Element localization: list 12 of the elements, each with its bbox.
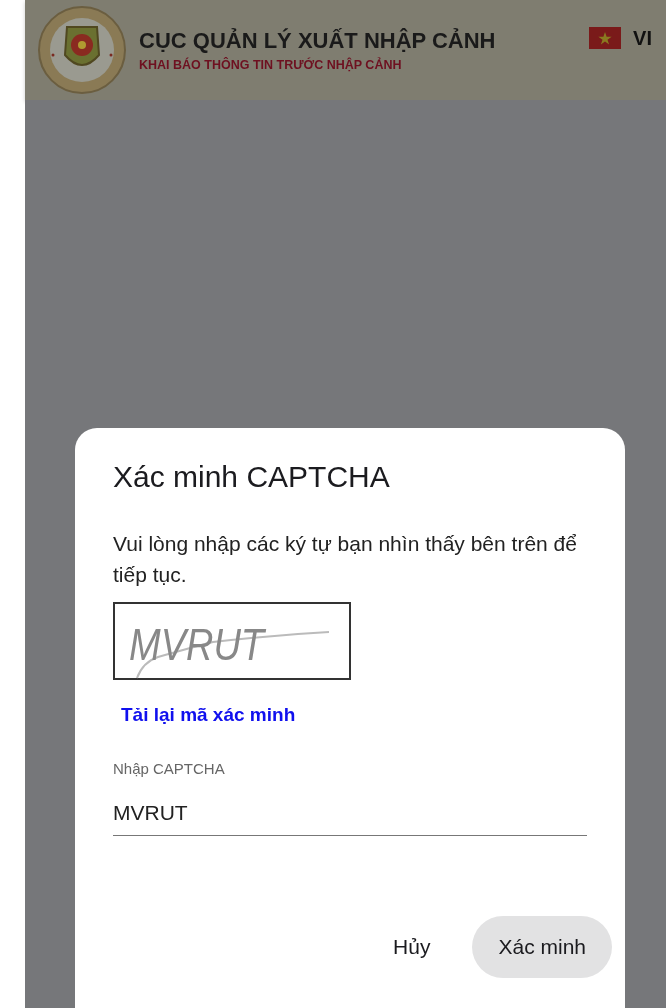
flag-icon[interactable] xyxy=(589,27,622,49)
verify-button[interactable]: Xác minh xyxy=(472,916,612,978)
language-code[interactable]: VI xyxy=(633,26,652,50)
agency-title: CỤC QUẢN LÝ XUẤT NHẬP CẢNH xyxy=(139,28,497,54)
dialog-title: Xác minh CAPTCHA xyxy=(113,460,390,494)
field-value: MVRUT xyxy=(113,801,189,825)
cancel-button[interactable]: Hủy xyxy=(377,916,447,978)
captcha-input-field[interactable]: Nhập CAPTCHA MVRUT xyxy=(113,760,587,836)
field-label: Nhập CAPTCHA xyxy=(113,760,226,777)
dialog-message: Vui lòng nhập các ký tự bạn nhìn thấy bên trên để tiếp tục. xyxy=(113,531,578,588)
reload-captcha-link[interactable]: Tải lại mã xác minh xyxy=(121,704,296,726)
page-subtitle: KHAI BÁO THÔNG TIN TRƯỚC NHẬP CẢNH xyxy=(139,58,403,72)
